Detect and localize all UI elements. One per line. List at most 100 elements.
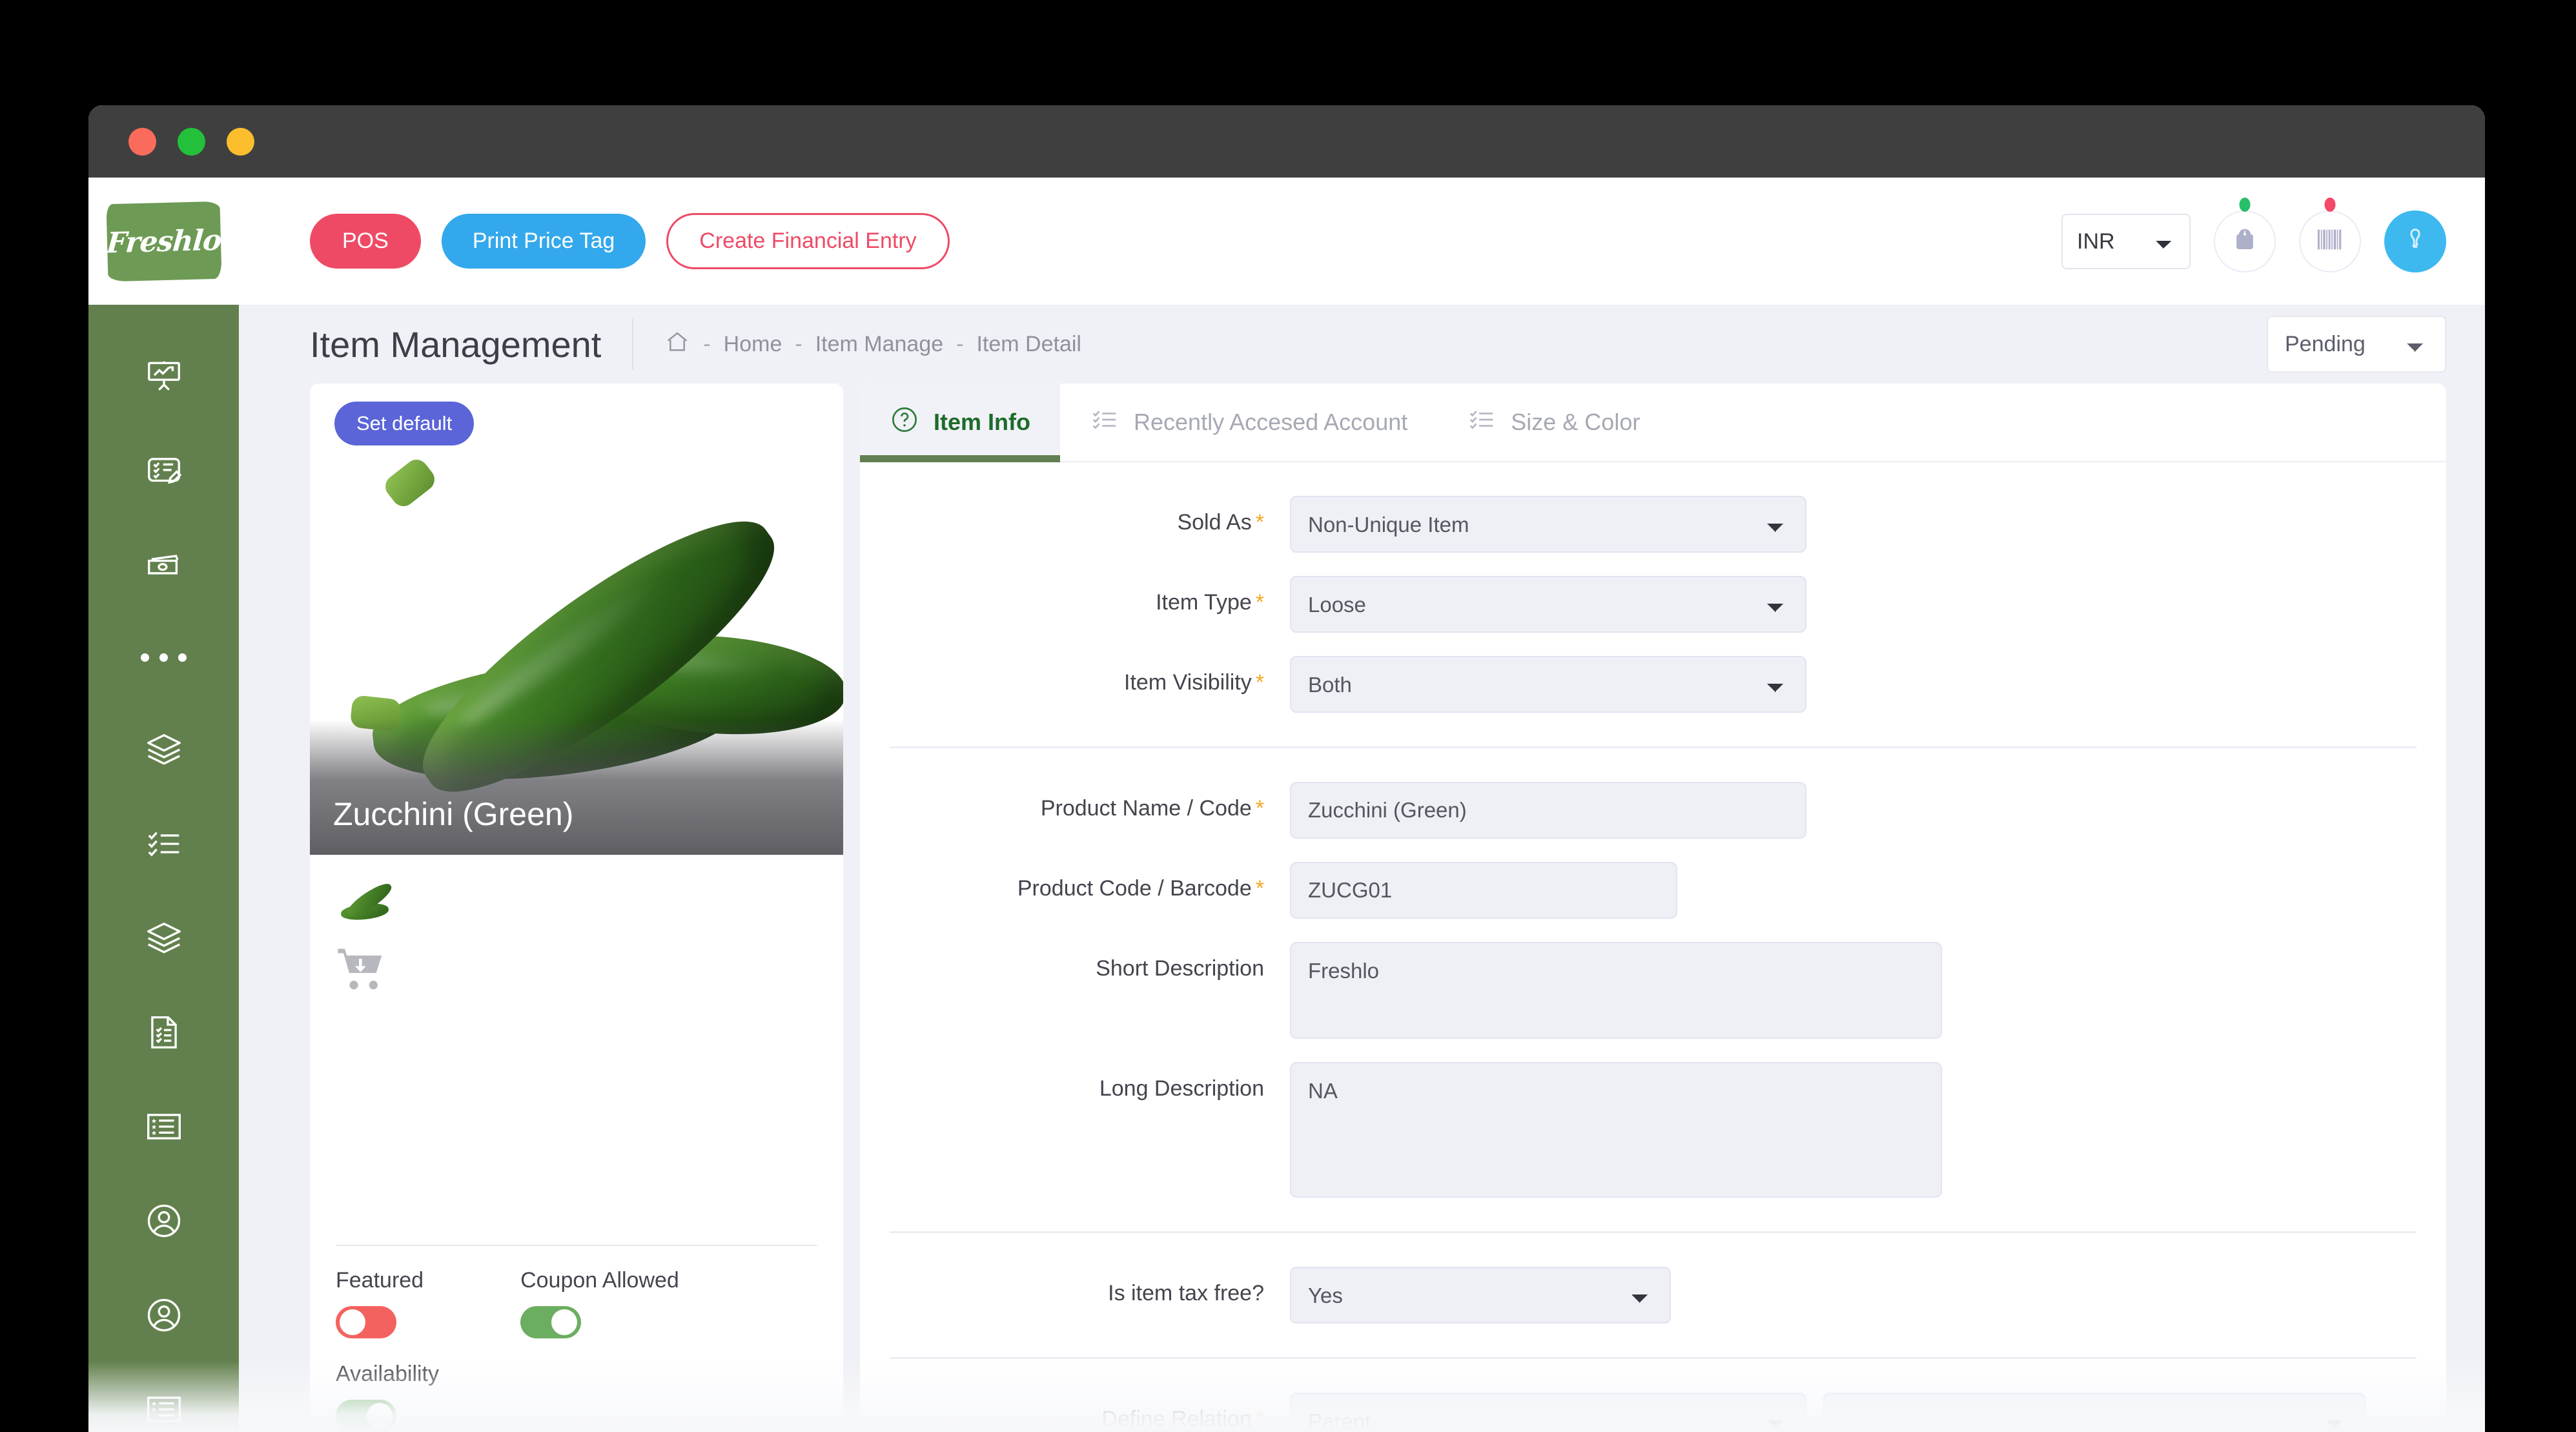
breadcrumb-item-item-detail[interactable]: Item Detail	[976, 332, 1081, 357]
ellipsis-icon	[159, 653, 168, 662]
field-row-tax-free: Is item tax free? Yes	[890, 1267, 2371, 1324]
header-divider	[632, 319, 634, 369]
logo-badge: Freshlo	[105, 201, 223, 281]
sidebar-item-lists[interactable]	[122, 1387, 206, 1432]
thumbnail-strip	[310, 855, 843, 1245]
sidebar-item-dashboard[interactable]	[122, 354, 206, 399]
window-maximize-button[interactable]	[178, 127, 205, 156]
required-asterisk: *	[1255, 1407, 1264, 1431]
define-relation-select[interactable]: Parent	[1290, 1393, 1806, 1432]
user-avatar-button[interactable]	[2384, 210, 2446, 272]
sidebar-item-more[interactable]	[141, 637, 187, 678]
checklist-edit-icon	[144, 451, 184, 491]
item-type-select[interactable]: Loose	[1290, 576, 1806, 633]
field-row-sold-as: Sold As * Non-Unique Item	[890, 496, 2371, 553]
ellipsis-icon	[141, 653, 149, 662]
sidebar-item-tasks[interactable]	[122, 448, 206, 493]
sidebar: Freshlo	[88, 178, 239, 1432]
product-code-input[interactable]	[1290, 862, 1677, 919]
coupon-allowed-toggle-block: Coupon Allowed	[520, 1268, 679, 1338]
define-relation-secondary-select[interactable]	[1823, 1393, 2366, 1432]
form-group-tax: Is item tax free? Yes	[890, 1233, 2417, 1359]
window-titlebar	[88, 105, 2485, 178]
scale-status-badge	[2239, 197, 2251, 212]
sidebar-item-checklist[interactable]	[122, 821, 206, 866]
sold-as-select[interactable]: Non-Unique Item	[1290, 496, 1806, 553]
home-icon[interactable]	[664, 329, 690, 360]
pos-button[interactable]: POS	[310, 214, 421, 269]
item-visibility-select[interactable]: Both	[1290, 656, 1806, 713]
tax-free-select[interactable]: Yes	[1290, 1267, 1671, 1324]
product-toggles: Featured Coupon Allowed Availability	[336, 1245, 817, 1432]
print-price-tag-button[interactable]: Print Price Tag	[441, 214, 646, 269]
ellipsis-icon	[178, 653, 187, 662]
tab-recently-accessed-account-label: Recently Accesed Account	[1134, 409, 1408, 435]
field-row-item-visibility: Item Visibility * Both	[890, 656, 2371, 713]
presentation-chart-icon	[144, 356, 184, 396]
starred-list-icon	[144, 1389, 184, 1429]
checklist-icon	[144, 824, 184, 864]
sidebar-item-catalog[interactable]	[122, 727, 206, 772]
content-area: Set default Zucchini (Green) Featured Co…	[239, 384, 2485, 1432]
cart-download-icon[interactable]	[336, 945, 817, 996]
define-relation-label: Define Relation *	[1101, 1407, 1264, 1431]
field-row-product-code: Product Code / Barcode *	[890, 862, 2371, 919]
product-code-label: Product Code / Barcode *	[1017, 876, 1264, 901]
product-name-label: Product Name / Code *	[1040, 796, 1264, 821]
brand-logo[interactable]: Freshlo	[88, 178, 239, 305]
breadcrumb-item-item-manage[interactable]: Item Manage	[815, 332, 943, 357]
product-name-input[interactable]	[1290, 782, 1806, 839]
logo-text: Freshlo	[105, 223, 223, 260]
sidebar-item-customers[interactable]	[122, 1198, 206, 1243]
long-description-label: Long Description	[1099, 1076, 1264, 1101]
window-close-button[interactable]	[128, 127, 156, 156]
cash-money-icon	[144, 545, 184, 585]
tax-free-label: Is item tax free?	[1108, 1281, 1264, 1305]
breadcrumb-item-home[interactable]: Home	[724, 332, 782, 357]
create-financial-entry-button[interactable]: Create Financial Entry	[666, 213, 950, 269]
topbar: POS Print Price Tag Create Financial Ent…	[239, 178, 2485, 305]
zucchini-thumbnail[interactable]	[336, 878, 398, 928]
barcode-scanner-button[interactable]	[2299, 197, 2361, 272]
short-description-textarea[interactable]: Freshlo	[1290, 942, 1942, 1039]
weighing-scale-button[interactable]	[2214, 197, 2276, 272]
form-group-identity: Product Name / Code* Product Code / Barc…	[890, 748, 2417, 1233]
featured-toggle[interactable]	[336, 1306, 396, 1338]
sidebar-item-staff[interactable]	[122, 1293, 206, 1338]
short-description-label: Short Description	[1096, 956, 1264, 981]
checklist-icon	[1467, 405, 1497, 440]
sold-as-label: Sold As *	[1177, 510, 1264, 535]
field-row-define-relation: Define Relation * Parent	[890, 1393, 2371, 1432]
layers-icon	[144, 730, 184, 770]
sidebar-nav	[88, 305, 239, 1432]
sidebar-item-favorites[interactable]	[122, 1104, 206, 1149]
product-card: Set default Zucchini (Green) Featured Co…	[310, 384, 843, 1432]
window-minimize-button[interactable]	[227, 127, 254, 156]
coupon-allowed-label: Coupon Allowed	[520, 1268, 679, 1293]
tab-item-info[interactable]: Item Info	[860, 384, 1060, 462]
coupon-allowed-toggle[interactable]	[520, 1306, 582, 1338]
tab-recently-accessed-account[interactable]: Recently Accesed Account	[1060, 384, 1437, 461]
user-circle-icon	[144, 1201, 184, 1241]
user-avatar-icon	[2400, 225, 2430, 257]
required-asterisk: *	[1255, 510, 1264, 535]
status-select[interactable]: Pending	[2267, 316, 2446, 373]
sidebar-item-inventory[interactable]	[122, 915, 206, 961]
layers-icon	[144, 918, 184, 958]
featured-toggle-block: Featured	[336, 1268, 424, 1338]
item-info-panel: Item Info Recently Accesed Account Size …	[860, 384, 2446, 1432]
breadcrumb-separator: -	[795, 331, 802, 356]
long-description-textarea[interactable]: NA	[1290, 1062, 1942, 1198]
topbar-actions: INR	[2061, 197, 2446, 272]
tab-size-and-color[interactable]: Size & Color	[1437, 384, 1670, 461]
breadcrumb-separator: -	[956, 331, 964, 356]
availability-toggle[interactable]	[336, 1400, 396, 1432]
currency-select[interactable]: INR	[2061, 213, 2191, 269]
sidebar-item-reports[interactable]	[122, 1010, 206, 1055]
set-default-button[interactable]: Set default	[334, 402, 475, 445]
product-image-caption-text: Zucchini (Green)	[333, 796, 574, 832]
sidebar-item-finance[interactable]	[122, 542, 206, 588]
weighing-scale-icon	[2231, 225, 2259, 257]
document-checklist-icon	[144, 1012, 184, 1052]
field-row-item-type: Item Type * Loose	[890, 576, 2371, 633]
